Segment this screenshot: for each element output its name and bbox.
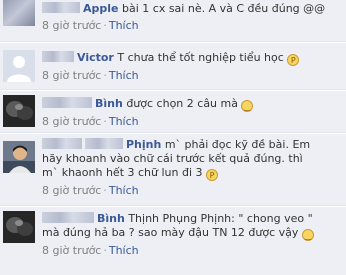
- default-avatar-icon: [3, 50, 35, 82]
- like-link[interactable]: Thích: [109, 244, 139, 257]
- comment-meta: 8 giờ trước · Thích: [42, 69, 139, 82]
- avatar-photo-icon: [3, 141, 35, 173]
- comment-author[interactable]: Phịnh: [126, 138, 161, 151]
- comment-time[interactable]: 8 giờ trước: [42, 19, 101, 32]
- blurred-name: [85, 138, 123, 149]
- comment-time[interactable]: 8 giờ trước: [42, 244, 101, 257]
- comment-author[interactable]: Bình: [97, 212, 125, 225]
- comment-time[interactable]: 8 giờ trước: [42, 69, 101, 82]
- blurred-name: [42, 138, 82, 149]
- comment-text: mà đúng hả ba ? sao mày đậu TN 12 được v…: [42, 226, 299, 239]
- avatar-photo-icon: [3, 211, 35, 243]
- like-link[interactable]: Thích: [109, 115, 139, 128]
- tongue-emoticon-icon: P: [287, 54, 300, 66]
- avatar[interactable]: [3, 50, 35, 82]
- blurred-name: [42, 51, 74, 62]
- comment-meta: 8 giờ trước · Thích: [42, 244, 139, 257]
- comment-text: T chưa thể tốt nghiệp tiểu học: [117, 51, 284, 64]
- comment-time[interactable]: 8 giờ trước: [42, 184, 101, 197]
- comment-meta: 8 giờ trước · Thích: [42, 19, 139, 32]
- comment-item: Bình được chọn 2 câu mà ‿ 8 giờ trước · Th…: [0, 89, 346, 132]
- blurred-name: [42, 97, 92, 108]
- tongue-emoticon-icon: P: [206, 169, 219, 181]
- avatar[interactable]: [3, 141, 35, 173]
- comment-item: Apple bài 1 cx sai nè. A và C đều đúng @…: [0, 0, 346, 41]
- smile-emoticon-icon: ‿: [301, 229, 314, 241]
- comment-text: bài 1 cx sai nè. A và C đều đúng @@: [122, 2, 326, 15]
- like-link[interactable]: Thích: [109, 184, 139, 197]
- comment-item: Phịnh m` phải đọc kỹ đề bài. Em hãy khoa…: [0, 132, 346, 205]
- comment-meta: 8 giờ trước · Thích: [42, 115, 139, 128]
- avatar[interactable]: [3, 95, 35, 127]
- comment-meta: 8 giờ trước · Thích: [42, 184, 139, 197]
- comment-list: Apple bài 1 cx sai nè. A và C đều đúng @…: [0, 0, 346, 275]
- comment-author[interactable]: Victor: [77, 51, 114, 64]
- blurred-name: [42, 2, 80, 13]
- avatar-photo-icon: [3, 95, 35, 127]
- comment-text: hãy khoanh vào chữ cái trước kết quả đún…: [42, 152, 303, 165]
- comment-text: được chọn 2 câu mà: [126, 97, 238, 110]
- comment-time[interactable]: 8 giờ trước: [42, 115, 101, 128]
- comment-author[interactable]: Apple: [83, 2, 119, 15]
- comment-text: m` phải đọc kỹ đề bài. Em: [164, 138, 311, 151]
- avatar[interactable]: [3, 211, 35, 243]
- comment-author[interactable]: Bình: [95, 97, 123, 110]
- comment-item: Victor T chưa thể tốt nghiệp tiểu học P …: [0, 41, 346, 89]
- comment-text: m` khaonh hết 3 chữ lun đi 3: [42, 166, 203, 179]
- like-link[interactable]: Thích: [109, 19, 139, 32]
- comment-text: Thịnh Phụng Phịnh: " chong veo ": [128, 212, 313, 225]
- blurred-name: [42, 212, 94, 223]
- like-link[interactable]: Thích: [109, 69, 139, 82]
- smile-emoticon-icon: ‿: [241, 100, 254, 112]
- comment-item: Bình Thịnh Phụng Phịnh: " chong veo " mà…: [0, 205, 346, 275]
- avatar[interactable]: [3, 0, 35, 26]
